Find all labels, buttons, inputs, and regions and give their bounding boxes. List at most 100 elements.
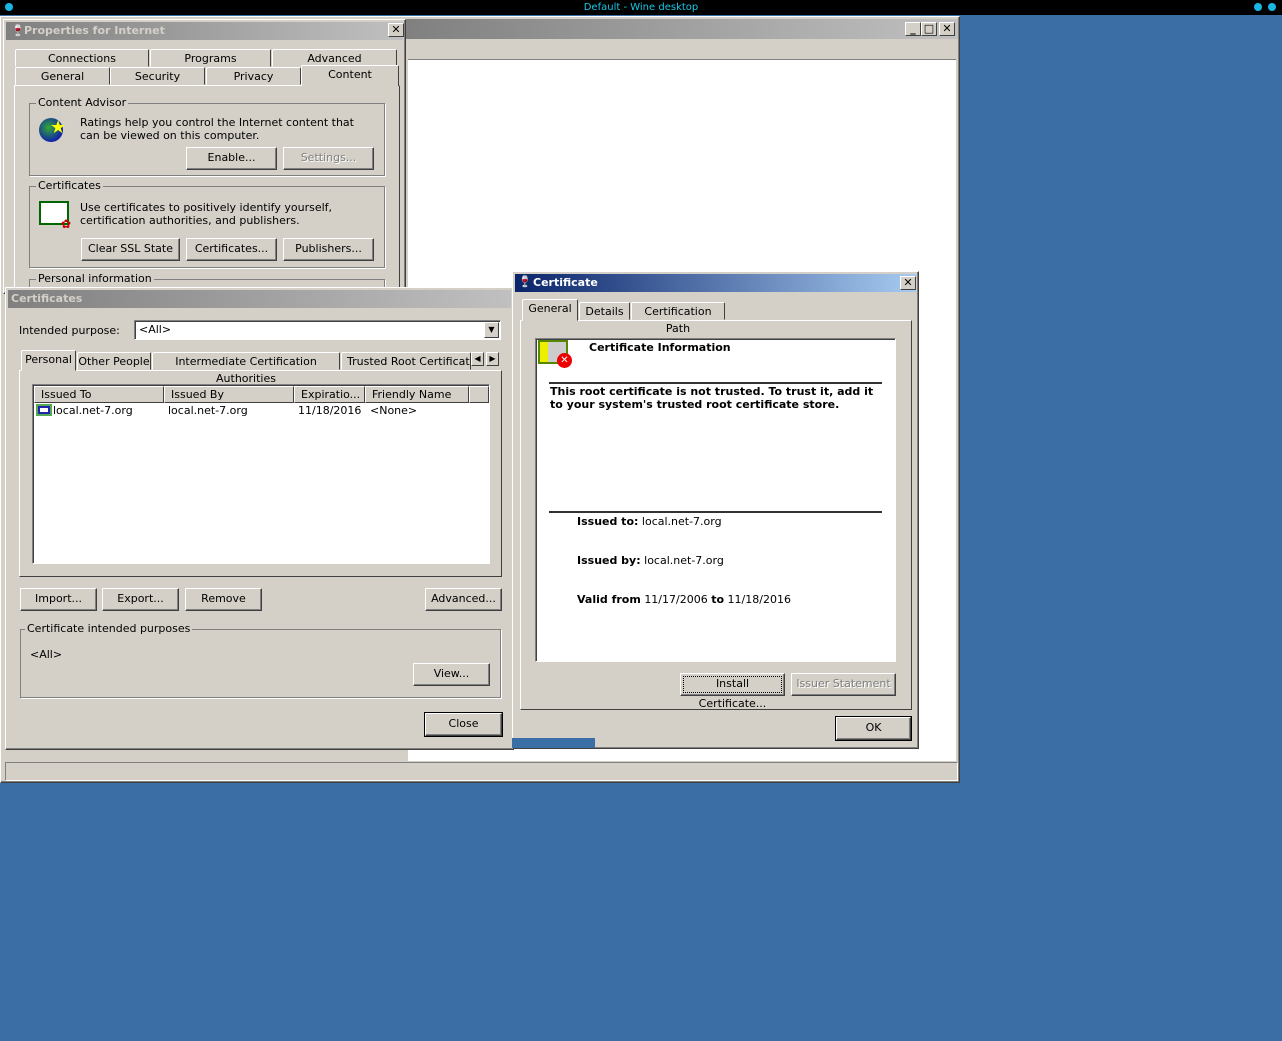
maximize-button[interactable]: □: [921, 22, 937, 36]
validity-line: Valid from 11/17/2006 to 11/18/2016: [577, 593, 791, 606]
column-filler: [469, 386, 489, 403]
personal-info-label: Personal information: [36, 272, 154, 285]
view-button[interactable]: View...: [413, 663, 490, 686]
certificates-button[interactable]: Certificates...: [186, 238, 277, 261]
personal-panel: Issued To Issued By Expiratio... Friendl…: [19, 370, 502, 577]
tab-other-people[interactable]: Other People: [77, 352, 151, 370]
certificate-info-title: Certificate Information: [589, 341, 731, 354]
issued-by-label: Issued by:: [577, 554, 641, 567]
intended-purpose-value: <All>: [139, 323, 172, 336]
advanced-button[interactable]: Advanced...: [425, 588, 502, 611]
general-panel: ✕ Certificate Information This root cert…: [520, 320, 912, 710]
publishers-button[interactable]: Publishers...: [283, 238, 374, 261]
valid-to-label: to: [711, 593, 725, 606]
tab-certification-path[interactable]: Certification Path: [631, 302, 725, 335]
certificates-label: Certificates: [36, 179, 103, 192]
issued-to-line: Issued to: local.net-7.org: [577, 515, 722, 528]
certificate-icon: ✿: [39, 201, 71, 231]
properties-close-button[interactable]: ✕: [388, 23, 404, 37]
divider: [549, 511, 882, 513]
export-button[interactable]: Export...: [102, 588, 179, 611]
settings-button[interactable]: Settings...: [283, 147, 374, 170]
certificate-info-box: ✕ Certificate Information This root cert…: [535, 338, 896, 662]
content-advisor-text: Ratings help you control the Internet co…: [80, 116, 354, 142]
desktop-title-bar: Default - Wine desktop: [0, 0, 1282, 15]
cell-friendly-name: <None>: [370, 404, 418, 417]
cell-issued-by: local.net-7.org: [168, 404, 248, 417]
tab-programs[interactable]: Programs: [150, 49, 271, 67]
issued-to-value: local.net-7.org: [641, 515, 722, 528]
ok-button[interactable]: OK: [835, 716, 912, 741]
certificate-small-icon: [36, 404, 52, 416]
properties-dialog: Properties for Internet 🍷 ✕ Connections …: [3, 19, 406, 309]
issued-by-value: local.net-7.org: [644, 554, 724, 567]
certificates-group: Certificates ✿ Use certificates to posit…: [29, 180, 385, 268]
import-button[interactable]: Import...: [20, 588, 97, 611]
tab-general[interactable]: General: [522, 299, 578, 321]
properties-title: Properties for Internet: [24, 24, 165, 37]
issued-to-label: Issued to:: [577, 515, 639, 528]
tab-general[interactable]: General: [15, 67, 110, 85]
install-certificate-button[interactable]: Install Certificate...: [680, 673, 785, 710]
scroll-left-icon[interactable]: ◀: [471, 352, 484, 366]
valid-from-value: 11/17/2006: [644, 593, 708, 606]
certificate-close-button[interactable]: ✕: [900, 276, 916, 290]
chevron-down-icon[interactable]: ▼: [484, 322, 499, 338]
close-button[interactable]: Close: [424, 712, 503, 737]
certificates-dialog: Certificates Intended purpose: <All> ▼ P…: [5, 287, 514, 750]
wine-glass-icon: 🍷: [518, 275, 532, 288]
column-issued-to[interactable]: Issued To: [34, 386, 164, 403]
intended-purposes-value: <All>: [30, 648, 63, 661]
table-row[interactable]: local.net-7.org local.net-7.org 11/18/20…: [34, 404, 474, 418]
minimize-button[interactable]: _: [905, 22, 921, 36]
certificate-dialog: Certificate 🍷 ✕ General Details Certific…: [512, 271, 919, 749]
clear-ssl-button[interactable]: Clear SSL State: [81, 238, 180, 261]
certificate-title-bar: Certificate: [515, 274, 916, 292]
tab-connections[interactable]: Connections: [15, 49, 149, 67]
content-advisor-group: Content Advisor ★ Ratings help you contr…: [29, 97, 385, 176]
menu-dot-icon[interactable]: [5, 3, 13, 11]
tab-trusted-root[interactable]: Trusted Root Certification: [341, 352, 471, 370]
remove-button[interactable]: Remove: [185, 588, 262, 611]
globe-star-icon: ★: [39, 118, 66, 142]
issuer-statement-button[interactable]: Issuer Statement: [791, 673, 896, 696]
cell-issued-to: local.net-7.org: [53, 404, 133, 417]
intended-purposes-label: Certificate intended purposes: [25, 622, 193, 635]
properties-title-bar: Properties for Internet: [6, 22, 403, 40]
desktop-title: Default - Wine desktop: [583, 2, 699, 13]
certificates-title: Certificates: [11, 292, 83, 305]
intended-purpose-label: Intended purpose:: [19, 324, 120, 337]
certificates-title-bar: Certificates: [8, 290, 511, 308]
intended-purpose-select[interactable]: <All> ▼: [134, 320, 501, 340]
close-dot-icon[interactable]: [1268, 3, 1276, 11]
column-expiration[interactable]: Expiratio...: [294, 386, 365, 403]
certificate-title: Certificate: [533, 276, 598, 289]
tab-details[interactable]: Details: [579, 302, 630, 320]
divider: [549, 382, 882, 384]
browser-title-bar: [406, 19, 958, 39]
tab-content[interactable]: Content: [301, 65, 399, 86]
certificate-list: Issued To Issued By Expiratio... Friendl…: [32, 384, 490, 564]
scroll-right-icon[interactable]: ▶: [486, 352, 499, 366]
cell-expiration: 11/18/2016: [298, 404, 362, 417]
close-button[interactable]: ✕: [939, 22, 955, 36]
column-issued-by[interactable]: Issued By: [164, 386, 294, 403]
tab-security[interactable]: Security: [110, 67, 205, 85]
tab-panel: Content Advisor ★ Ratings help you contr…: [14, 85, 400, 309]
valid-from-label: Valid from: [577, 593, 641, 606]
intended-purposes-group: Certificate intended purposes <All> View…: [20, 623, 501, 698]
enable-button[interactable]: Enable...: [186, 147, 277, 170]
content-advisor-label: Content Advisor: [36, 96, 129, 109]
issued-by-line: Issued by: local.net-7.org: [577, 554, 724, 567]
minimize-dot-icon[interactable]: [1254, 3, 1262, 11]
certificate-error-icon: ✕: [538, 340, 572, 368]
valid-to-value: 11/18/2016: [727, 593, 791, 606]
certificates-text: Use certificates to positively identify …: [80, 201, 333, 227]
desktop-fragment: [512, 738, 595, 748]
tab-intermediate[interactable]: Intermediate Certification Authorities: [152, 352, 340, 385]
tab-privacy[interactable]: Privacy: [206, 67, 301, 85]
trust-warning: This root certificate is not trusted. To…: [550, 385, 874, 411]
tab-personal[interactable]: Personal: [21, 350, 76, 371]
status-bar: [5, 762, 958, 781]
column-friendly-name[interactable]: Friendly Name: [365, 386, 469, 403]
